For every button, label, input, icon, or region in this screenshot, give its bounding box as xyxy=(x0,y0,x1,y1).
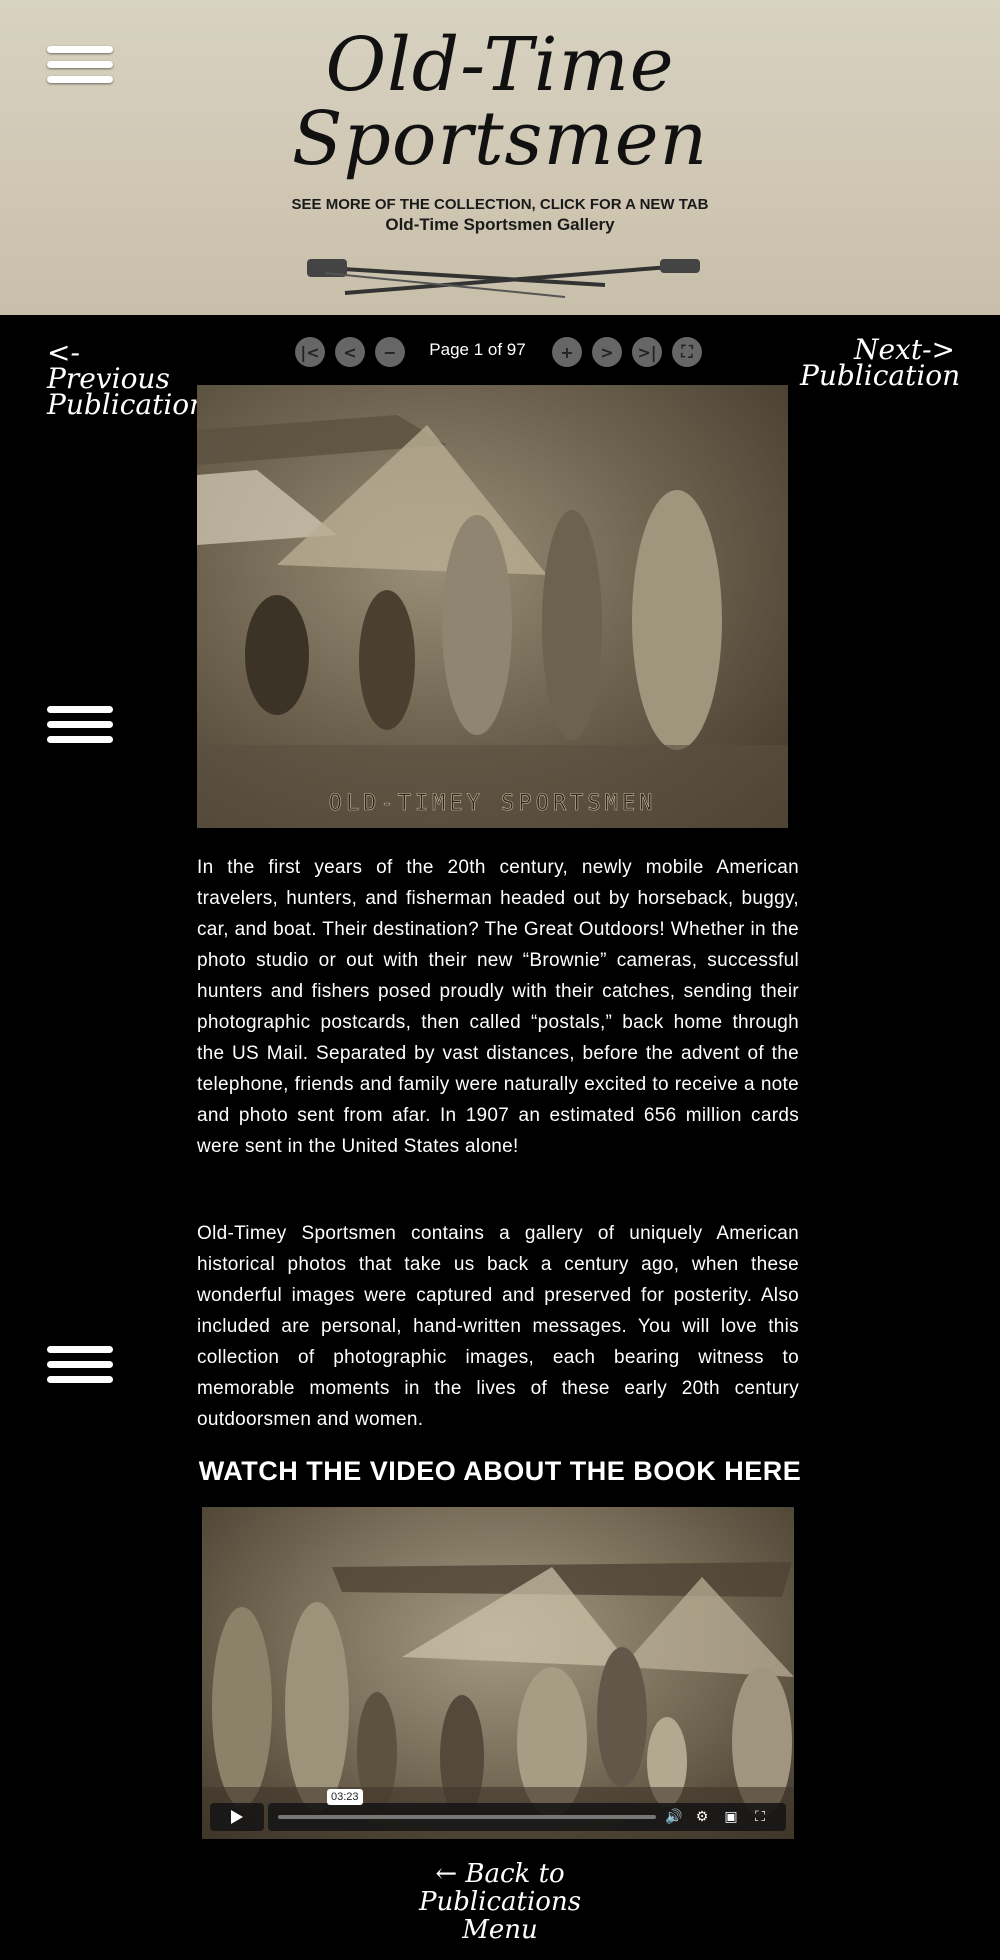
video-time-tooltip: 03:23 xyxy=(327,1789,363,1805)
settings-icon[interactable]: ⚙ xyxy=(694,1809,710,1825)
vintage-camp-scene xyxy=(197,415,788,828)
book-cover-photo[interactable]: OLD-TIMEY SPORTSMEN xyxy=(197,385,788,828)
description-paragraph: Old-Timey Sportsmen contains a gallery o… xyxy=(197,1223,799,1430)
fullscreen-icon[interactable]: ⛶ xyxy=(672,337,702,367)
back-line2: Publications xyxy=(418,1887,582,1917)
video-thumbnail-camp-scene xyxy=(202,1562,794,1839)
first-page-icon[interactable]: |< xyxy=(295,337,325,367)
menu-icon[interactable] xyxy=(47,706,113,746)
photo-caption: OLD-TIMEY SPORTSMEN xyxy=(328,791,657,817)
next-publication-line2: Publication xyxy=(800,359,961,392)
next-page-icon[interactable]: > xyxy=(592,337,622,367)
previous-publication-line2: Publication xyxy=(47,388,208,421)
play-icon[interactable] xyxy=(210,1803,264,1831)
video-heading: WATCH THE VIDEO ABOUT THE BOOK HERE xyxy=(198,1456,802,1486)
video-control-bar: 03:23 🔊 ⚙ ▣ ⛶ xyxy=(268,1789,786,1831)
volume-icon[interactable]: 🔊 xyxy=(665,1809,682,1825)
gallery-note: SEE MORE OF THE COLLECTION, CLICK FOR A … xyxy=(291,196,709,213)
back-to-publications-link[interactable]: ← Back to Publications Menu xyxy=(400,1860,600,1944)
video-progress-bar[interactable]: 03:23 xyxy=(278,1789,656,1819)
previous-publication-link[interactable]: <-Previous Publication xyxy=(47,336,208,421)
previous-publication-line1: <-Previous xyxy=(47,336,170,395)
picture-in-picture-icon[interactable]: ▣ xyxy=(723,1809,739,1825)
site-title-line2: Sportsmen xyxy=(291,96,709,182)
zoom-in-icon[interactable]: + xyxy=(552,337,582,367)
menu-icon[interactable] xyxy=(47,1346,113,1386)
page-indicator: Page 1 of 97 xyxy=(429,340,526,359)
last-page-icon[interactable]: >| xyxy=(632,337,662,367)
crossed-rifles-illustration xyxy=(307,259,700,298)
back-line1: ← Back to xyxy=(435,1859,565,1889)
gallery-link[interactable]: Old-Time Sportsmen Gallery xyxy=(0,215,1000,235)
video-fullscreen-icon[interactable]: ⛶ xyxy=(752,1809,768,1825)
video-player[interactable]: 03:23 🔊 ⚙ ▣ ⛶ xyxy=(202,1507,794,1839)
site-title-line1: Old-Time xyxy=(325,22,675,108)
video-controls: 03:23 🔊 ⚙ ▣ ⛶ xyxy=(210,1789,786,1831)
intro-paragraph: In the first years of the 20th century, … xyxy=(197,857,799,1157)
header-banner: Old-Time Sportsmen SEE MORE OF THE COLLE… xyxy=(0,0,1000,315)
back-line3: Menu xyxy=(462,1915,538,1945)
zoom-out-icon[interactable]: − xyxy=(375,337,405,367)
previous-page-icon[interactable]: < xyxy=(335,337,365,367)
next-publication-link[interactable]: Next-> Publication xyxy=(800,336,961,392)
